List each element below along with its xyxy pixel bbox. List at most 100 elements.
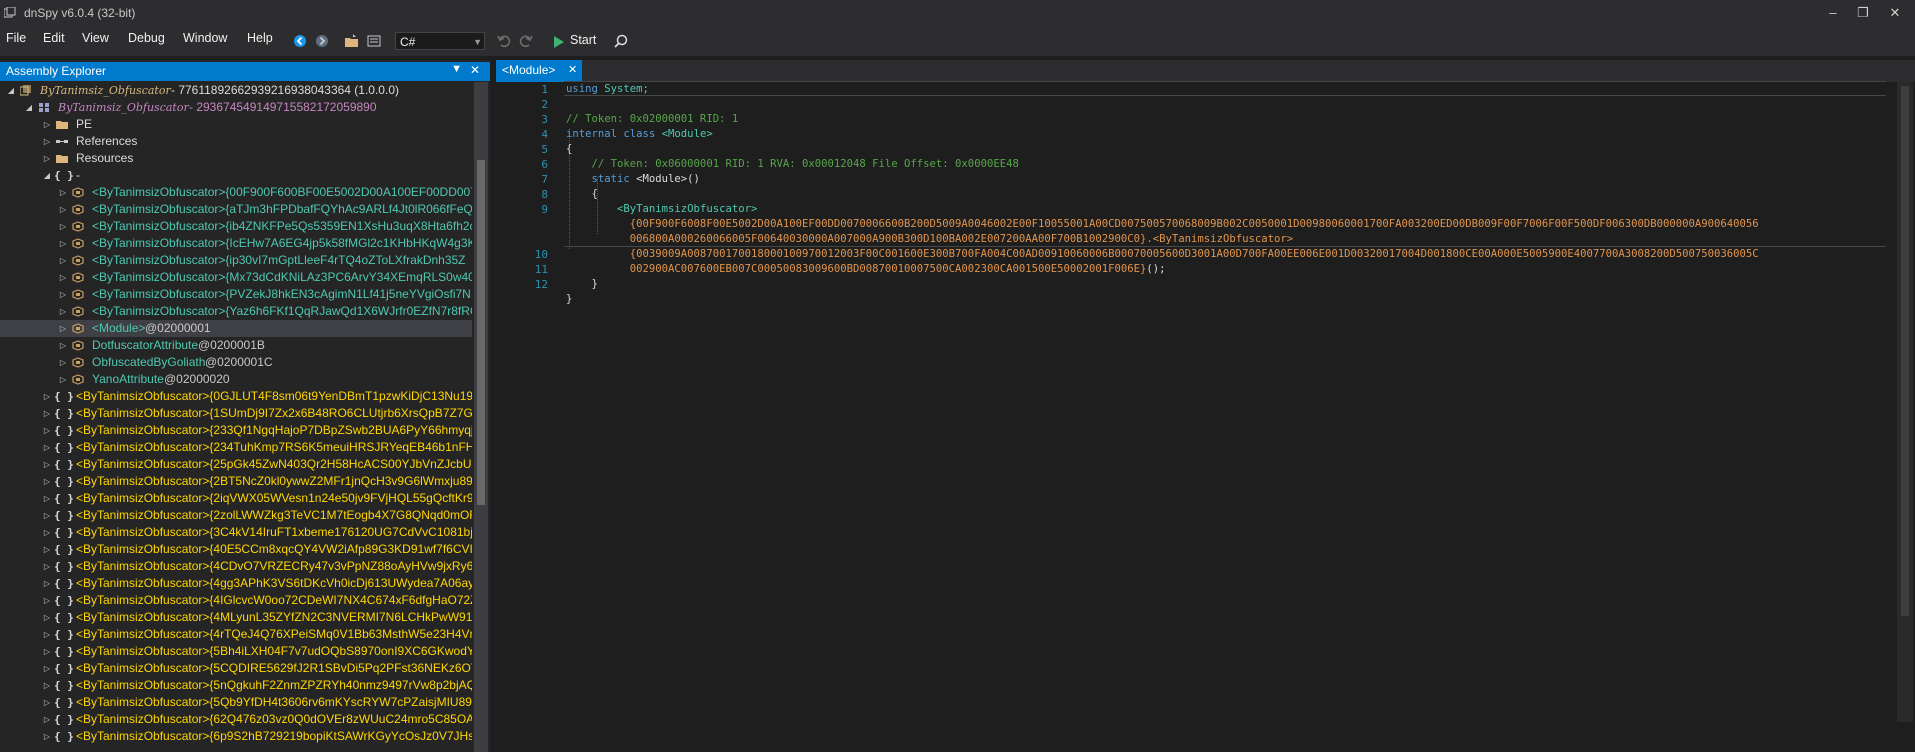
tree-item[interactable]: ▷{ } <ByTanimsizObfuscator>{5Qb9YfDH4t360…: [0, 694, 472, 711]
tree-item[interactable]: ▷ <ByTanimsizObfuscator>{Yaz6h6FKf1QqRJaw…: [0, 303, 472, 320]
close-button[interactable]: ✕: [1885, 4, 1905, 22]
expand-icon[interactable]: ▷: [58, 269, 68, 286]
start-button-label[interactable]: Start: [570, 33, 596, 47]
expand-icon[interactable]: ▷: [42, 626, 52, 643]
expand-icon[interactable]: ▷: [42, 439, 52, 456]
back-icon[interactable]: [292, 33, 308, 49]
tree-item[interactable]: ▷ <ByTanimsizObfuscator>{IcEHw7A6EG4jp5k5…: [0, 235, 472, 252]
collapse-icon[interactable]: ◢: [6, 82, 16, 99]
menu-file[interactable]: File: [6, 31, 26, 45]
expand-icon[interactable]: ▷: [42, 609, 52, 626]
menu-debug[interactable]: Debug: [128, 31, 165, 45]
editor-scrollbar-thumb[interactable]: [1901, 86, 1909, 616]
expand-icon[interactable]: ▷: [42, 150, 52, 167]
tree-item[interactable]: ▷ YanoAttribute @02000020: [0, 371, 472, 388]
expand-icon[interactable]: ▷: [58, 218, 68, 235]
tree-item[interactable]: ▷ <ByTanimsizObfuscator>{ip30vI7mGptLleeF…: [0, 252, 472, 269]
tree-item[interactable]: ◢ ByTanimsiz_Obfuscator - 293674549149715…: [0, 99, 472, 116]
tree-item[interactable]: ▷{ } <ByTanimsizObfuscator>{2BT5NcZ0kl0yw…: [0, 473, 472, 490]
collapse-icon[interactable]: ◢: [42, 167, 52, 184]
expand-icon[interactable]: ▷: [42, 473, 52, 490]
tab-module[interactable]: <Module> ✕: [496, 60, 582, 82]
expand-icon[interactable]: ▷: [42, 575, 52, 592]
close-icon[interactable]: ✕: [470, 63, 480, 77]
tree-item[interactable]: ▷ <ByTanimsizObfuscator>{ib4ZNKFPe5Qs5359…: [0, 218, 472, 235]
code-editor[interactable]: 1 2 3 4 5 6 7 8 9 10 11 12 using System; // Token: …: [496, 81, 1915, 752]
minimize-button[interactable]: –: [1823, 4, 1843, 22]
explorer-scrollbar-thumb[interactable]: [477, 160, 485, 505]
expand-icon[interactable]: ▷: [58, 354, 68, 371]
expand-icon[interactable]: ▷: [58, 252, 68, 269]
tree-item[interactable]: ▷{ } <ByTanimsizObfuscator>{5Bh4iLXH04F7v…: [0, 643, 472, 660]
tree-item[interactable]: ▷{ } <ByTanimsizObfuscator>{2zolLWWZkg3Te…: [0, 507, 472, 524]
expand-icon[interactable]: ▷: [42, 524, 52, 541]
decompiled-code[interactable]: using System; // Token: 0x02000001 RID: …: [566, 82, 1896, 752]
menu-help[interactable]: Help: [247, 31, 273, 45]
chevron-down-icon[interactable]: ▼: [451, 63, 462, 75]
start-icon[interactable]: [551, 34, 567, 50]
tree-item[interactable]: ▷{ } <ByTanimsizObfuscator>{25pGk45ZwN403…: [0, 456, 472, 473]
tree-item[interactable]: ▷{ } <ByTanimsizObfuscator>{6p9S2hB729219…: [0, 728, 472, 745]
menu-edit[interactable]: Edit: [43, 31, 65, 45]
tree-item[interactable]: ▷{ } <ByTanimsizObfuscator>{3C4kV14IruFT1…: [0, 524, 472, 541]
close-icon[interactable]: ✕: [568, 63, 577, 76]
tree-item[interactable]: ▷ <ByTanimsizObfuscator>{aTJm3hFPDbafFQYh…: [0, 201, 472, 218]
expand-icon[interactable]: ▷: [42, 456, 52, 473]
tree-item[interactable]: ◢{ } -: [0, 167, 472, 184]
forward-icon[interactable]: [314, 33, 330, 49]
expand-icon[interactable]: ▷: [58, 303, 68, 320]
tree-item[interactable]: ◢ ByTanimsiz_Obfuscator - 776118926629392…: [0, 82, 472, 99]
tree-item[interactable]: ▷{ } <ByTanimsizObfuscator>{5nQgkuhF2ZnmZ…: [0, 677, 472, 694]
expand-icon[interactable]: ▷: [42, 558, 52, 575]
expand-icon[interactable]: ▷: [42, 592, 52, 609]
redo-icon[interactable]: [518, 33, 534, 49]
expand-icon[interactable]: ▷: [42, 490, 52, 507]
tree-item[interactable]: ▷{ } <ByTanimsizObfuscator>{4rTQeJ4Q76XPe…: [0, 626, 472, 643]
tree-item[interactable]: ▷{ } <ByTanimsizObfuscator>{4MLyunL35ZYfZ…: [0, 609, 472, 626]
expand-icon[interactable]: ▷: [42, 116, 52, 133]
tree-item[interactable]: ▷ <Module> @02000001: [0, 320, 472, 337]
tree-item[interactable]: ▷ References: [0, 133, 472, 150]
expand-icon[interactable]: ▷: [42, 133, 52, 150]
menu-view[interactable]: View: [82, 31, 109, 45]
tree-item[interactable]: ▷{ } <ByTanimsizObfuscator>{4CDvO7VRZECRy…: [0, 558, 472, 575]
search-icon[interactable]: [613, 33, 629, 49]
open-icon[interactable]: [344, 33, 360, 49]
menu-window[interactable]: Window: [183, 31, 227, 45]
expand-icon[interactable]: ▷: [42, 728, 52, 745]
tree-item[interactable]: ▷ <ByTanimsizObfuscator>{00F900F600BF00E5…: [0, 184, 472, 201]
expand-icon[interactable]: ▷: [58, 201, 68, 218]
tree-item[interactable]: ▷{ } <ByTanimsizObfuscator>{4gg3APhK3VS6t…: [0, 575, 472, 592]
expand-icon[interactable]: ▷: [42, 677, 52, 694]
language-select[interactable]: C# ▼: [395, 32, 485, 50]
expand-icon[interactable]: ▷: [58, 184, 68, 201]
expand-icon[interactable]: ▷: [42, 711, 52, 728]
tree-item[interactable]: ▷{ } <ByTanimsizObfuscator>{62Q476z03vz0Q…: [0, 711, 472, 728]
expand-icon[interactable]: ▷: [58, 337, 68, 354]
undo-icon[interactable]: [496, 33, 512, 49]
tree-item[interactable]: ▷ <ByTanimsizObfuscator>{PVZekJ8hkEN3cAgi…: [0, 286, 472, 303]
expand-icon[interactable]: ▷: [42, 507, 52, 524]
expand-icon[interactable]: ▷: [42, 694, 52, 711]
expand-icon[interactable]: ▷: [42, 405, 52, 422]
expand-icon[interactable]: ▷: [58, 371, 68, 388]
expand-icon[interactable]: ▷: [58, 320, 68, 337]
expand-icon[interactable]: ▷: [58, 235, 68, 252]
tree-item[interactable]: ▷{ } <ByTanimsizObfuscator>{40E5CCm8xqcQY…: [0, 541, 472, 558]
tree-item[interactable]: ▷ <ByTanimsizObfuscator>{Mx73dCdKNiLAz3PC…: [0, 269, 472, 286]
expand-icon[interactable]: ▷: [42, 643, 52, 660]
expand-icon[interactable]: ▷: [42, 660, 52, 677]
expand-icon[interactable]: ▷: [42, 388, 52, 405]
tree-item[interactable]: ▷ Resources: [0, 150, 472, 167]
tree-item[interactable]: ▷ ObfuscatedByGoliath @0200001C: [0, 354, 472, 371]
tree-item[interactable]: ▷{ } <ByTanimsizObfuscator>{1SUmDj9I7Zx2x…: [0, 405, 472, 422]
expand-icon[interactable]: ▷: [42, 422, 52, 439]
tree-item[interactable]: ▷{ } <ByTanimsizObfuscator>{4IGlcvcW0oo72…: [0, 592, 472, 609]
tree-item[interactable]: ▷{ } <ByTanimsizObfuscator>{233Qf1NgqHajo…: [0, 422, 472, 439]
expand-icon[interactable]: ▷: [58, 286, 68, 303]
tree-item[interactable]: ▷{ } <ByTanimsizObfuscator>{234TuhKmp7RS6…: [0, 439, 472, 456]
maximize-button[interactable]: ❐: [1853, 4, 1873, 22]
expand-icon[interactable]: ▷: [42, 541, 52, 558]
tree-item[interactable]: ▷{ } <ByTanimsizObfuscator>{0GJLUT4F8sm06…: [0, 388, 472, 405]
tree-item[interactable]: ▷{ } <ByTanimsizObfuscator>{5CQDIRE5629fJ…: [0, 660, 472, 677]
